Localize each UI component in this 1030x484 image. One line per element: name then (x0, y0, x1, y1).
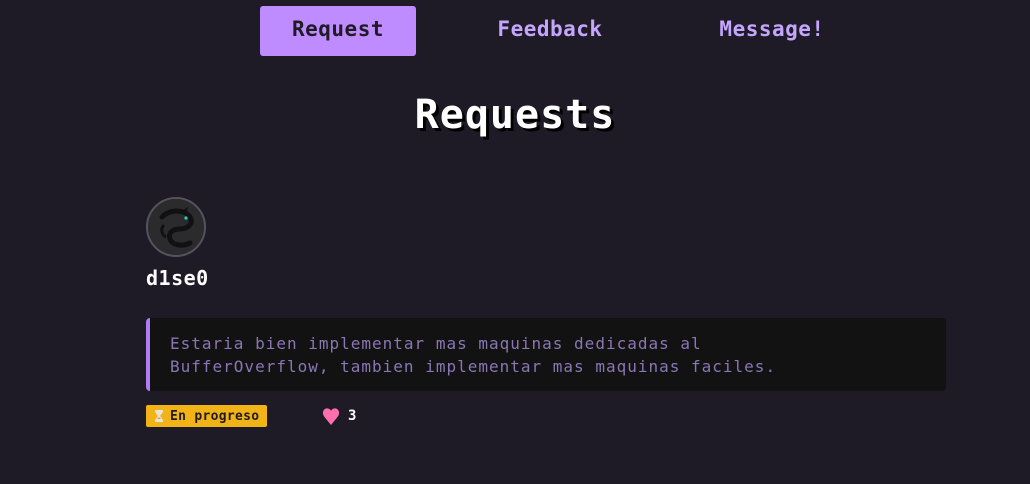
tab-request[interactable]: Request (260, 6, 416, 56)
heart-icon[interactable] (322, 406, 340, 426)
tab-feedback[interactable]: Feedback (470, 6, 630, 56)
page-title: Requests (414, 92, 616, 138)
like-button[interactable]: 3 (322, 405, 356, 427)
tab-message[interactable]: Message! (692, 6, 852, 56)
dragon-avatar-icon (148, 199, 204, 255)
hourglass-icon (155, 410, 163, 422)
status-label: En progreso (170, 408, 260, 424)
username: d1se0 (146, 266, 209, 290)
user-avatar (146, 197, 206, 257)
page: Request Feedback Message! Requests d1se0… (0, 0, 1030, 484)
status-badge: En progreso (146, 405, 268, 427)
top-nav: Request Feedback Message! (0, 6, 1030, 56)
like-count: 3 (348, 408, 357, 424)
request-text: Estaria bien implementar mas maquinas de… (170, 334, 777, 376)
request-card: Estaria bien implementar mas maquinas de… (146, 318, 946, 391)
